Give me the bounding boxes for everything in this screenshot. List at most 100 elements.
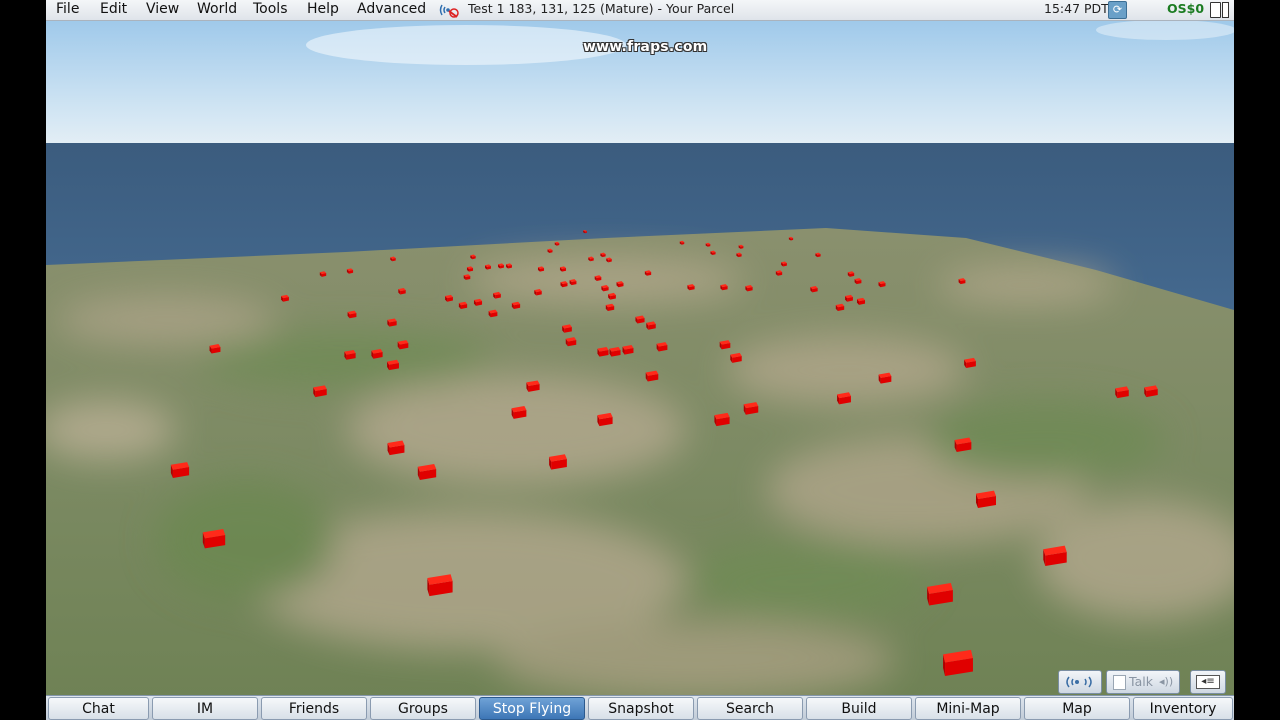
- red-prim[interactable]: [170, 462, 190, 478]
- red-prim[interactable]: [954, 437, 972, 453]
- red-prim[interactable]: [458, 301, 468, 309]
- red-prim[interactable]: [397, 340, 409, 350]
- location-text[interactable]: Test 1 183, 131, 125 (Mature) - Your Par…: [468, 0, 734, 18]
- red-prim[interactable]: [645, 370, 659, 382]
- menu-edit[interactable]: Edit: [94, 0, 133, 20]
- red-prim[interactable]: [856, 297, 866, 305]
- red-prim[interactable]: [209, 344, 221, 354]
- red-prim[interactable]: [608, 292, 616, 300]
- red-prim[interactable]: [975, 490, 997, 509]
- red-prim[interactable]: [719, 340, 731, 350]
- red-prim[interactable]: [493, 291, 501, 299]
- red-prim[interactable]: [473, 298, 483, 306]
- toolbar-map-button[interactable]: Map: [1024, 697, 1130, 720]
- red-prim[interactable]: [714, 412, 730, 427]
- menu-advanced[interactable]: Advanced: [351, 0, 432, 20]
- red-prim[interactable]: [720, 284, 728, 291]
- menu-bar: File Edit View World Tools Help Advanced…: [46, 0, 1234, 21]
- red-prim[interactable]: [616, 281, 624, 288]
- red-prim[interactable]: [417, 464, 437, 481]
- talk-button[interactable]: Talk ◂)): [1106, 670, 1180, 694]
- red-prim[interactable]: [609, 347, 621, 357]
- red-prim[interactable]: [202, 528, 226, 549]
- mute-toggle-icon: ◂≡: [1196, 675, 1220, 689]
- red-prim[interactable]: [526, 380, 540, 392]
- red-prim[interactable]: [601, 285, 609, 292]
- toolbar-groups-button[interactable]: Groups: [370, 697, 476, 720]
- red-prim[interactable]: [371, 348, 383, 359]
- red-prim[interactable]: [387, 318, 397, 327]
- speakers-button[interactable]: [1058, 670, 1102, 694]
- red-prim[interactable]: [597, 347, 609, 357]
- buy-land-icon[interactable]: [1222, 2, 1229, 18]
- toolbar-chat-button[interactable]: Chat: [48, 697, 149, 720]
- red-prim[interactable]: [605, 303, 615, 312]
- red-prim[interactable]: [635, 315, 645, 324]
- red-prim[interactable]: [837, 392, 851, 405]
- toolbar-build-button[interactable]: Build: [806, 697, 912, 720]
- red-prim[interactable]: [878, 372, 892, 384]
- red-prim[interactable]: [743, 402, 759, 415]
- menu-tools[interactable]: Tools: [247, 0, 294, 20]
- world-scene: [46, 20, 1234, 700]
- viewer-window: www.fraps.com File Edit View World Tools…: [46, 0, 1234, 720]
- toolbar-stop-flying-button[interactable]: Stop Flying: [479, 697, 585, 720]
- red-prim[interactable]: [745, 285, 753, 292]
- red-prim[interactable]: [560, 281, 568, 288]
- red-prim[interactable]: [1043, 545, 1067, 567]
- buy-currency-icon[interactable]: [1210, 2, 1221, 18]
- parcel-voice-icon[interactable]: [439, 2, 459, 18]
- red-prim[interactable]: [445, 294, 453, 302]
- red-prim[interactable]: [687, 284, 695, 291]
- red-prim[interactable]: [597, 412, 613, 427]
- red-prim[interactable]: [656, 342, 668, 352]
- red-prim[interactable]: [344, 349, 356, 360]
- red-prim[interactable]: [878, 281, 886, 288]
- speakers-icon: [1066, 676, 1092, 688]
- red-prim[interactable]: [488, 309, 498, 318]
- red-prim[interactable]: [730, 352, 742, 363]
- menu-view[interactable]: View: [140, 0, 185, 20]
- world-view[interactable]: www.fraps.com: [46, 20, 1234, 700]
- red-prim[interactable]: [387, 359, 399, 371]
- red-prim[interactable]: [1115, 386, 1129, 399]
- bottom-toolbar: Chat IM Friends Groups Stop Flying Snaps…: [46, 695, 1234, 720]
- toolbar-mini-map-button[interactable]: Mini-Map: [915, 697, 1021, 720]
- toolbar-im-button[interactable]: IM: [152, 697, 258, 720]
- red-prim[interactable]: [562, 324, 572, 333]
- red-prim[interactable]: [427, 574, 453, 597]
- media-icon[interactable]: ⟳: [1108, 1, 1127, 19]
- red-prim[interactable]: [534, 288, 542, 296]
- letterbox-right: [1234, 0, 1280, 720]
- red-prim[interactable]: [943, 649, 973, 676]
- red-prim[interactable]: [313, 385, 327, 398]
- red-prim[interactable]: [387, 440, 405, 456]
- red-prim[interactable]: [835, 303, 845, 312]
- red-prim[interactable]: [810, 286, 818, 293]
- letterbox-left: [0, 0, 46, 720]
- toolbar-friends-button[interactable]: Friends: [261, 697, 367, 720]
- red-prim[interactable]: [927, 583, 953, 606]
- red-prim[interactable]: [845, 294, 853, 302]
- red-prim[interactable]: [511, 406, 527, 419]
- red-prim[interactable]: [511, 301, 521, 309]
- menu-help[interactable]: Help: [301, 0, 345, 20]
- red-prim[interactable]: [281, 294, 289, 302]
- red-prim[interactable]: [565, 337, 577, 347]
- red-prim[interactable]: [646, 321, 656, 330]
- red-prim[interactable]: [398, 287, 406, 295]
- toolbar-inventory-button[interactable]: Inventory: [1133, 697, 1233, 720]
- red-prim[interactable]: [1144, 385, 1158, 398]
- balance-text[interactable]: OS$0: [1167, 0, 1204, 18]
- toolbar-search-button[interactable]: Search: [697, 697, 803, 720]
- red-prim[interactable]: [964, 357, 976, 369]
- red-prim[interactable]: [347, 310, 357, 319]
- red-prim[interactable]: [549, 454, 567, 470]
- talk-icon: [1113, 675, 1126, 690]
- red-prim[interactable]: [622, 345, 634, 355]
- mute-toggle-button[interactable]: ◂≡: [1190, 670, 1226, 694]
- menu-file[interactable]: File: [50, 0, 85, 20]
- talk-label: Talk: [1129, 674, 1153, 689]
- toolbar-snapshot-button[interactable]: Snapshot: [588, 697, 694, 720]
- menu-world[interactable]: World: [191, 0, 243, 20]
